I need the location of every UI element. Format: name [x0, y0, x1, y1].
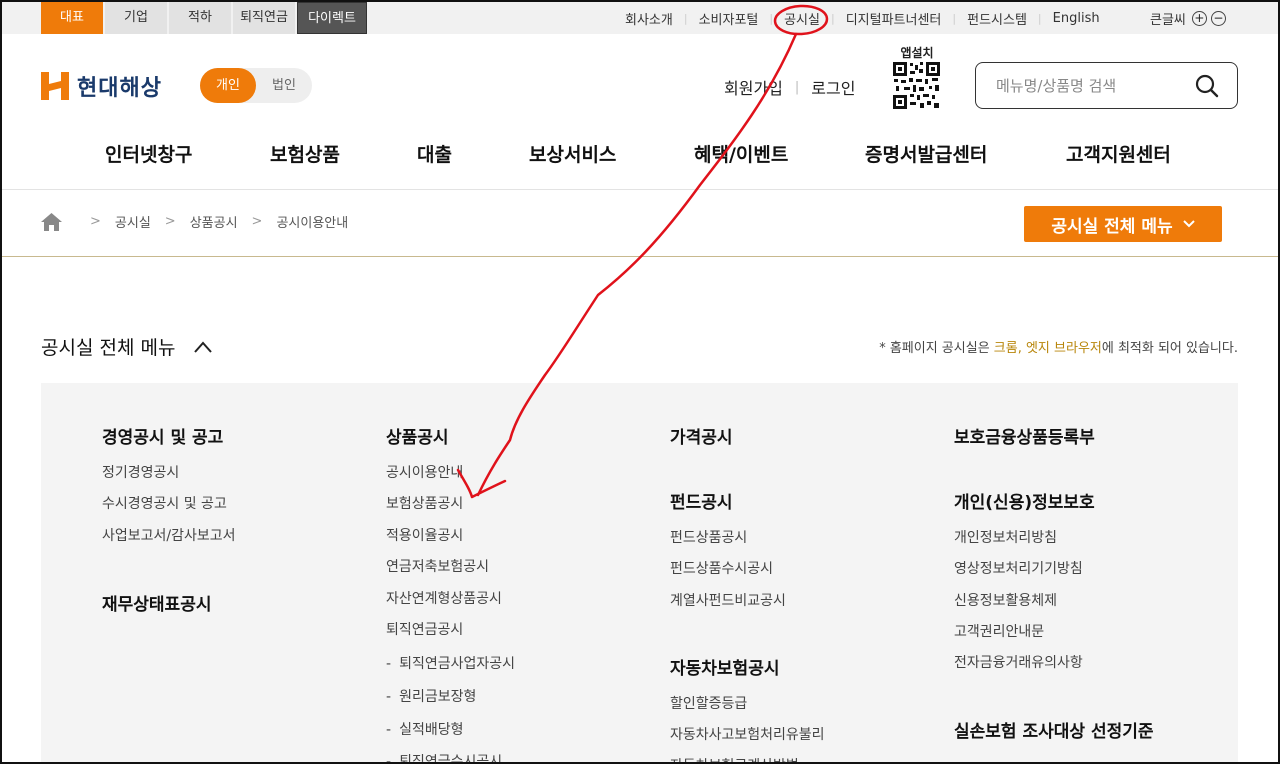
app-install-label: 앱설치	[900, 46, 934, 60]
chevron-right-icon: >	[164, 214, 176, 229]
nav-customer-support[interactable]: 고객지원센터	[1066, 140, 1171, 167]
link-digital-partner[interactable]: 디지털파트너센터	[835, 9, 953, 28]
chevron-right-icon: >	[90, 214, 101, 229]
site-tab-pension[interactable]: 퇴직연금	[233, 2, 295, 34]
toggle-corporate[interactable]: 법인	[256, 68, 312, 103]
menu-group-title[interactable]: 상품공시	[386, 423, 449, 448]
link-disclosure[interactable]: 공시실	[773, 9, 831, 28]
menu-group-title[interactable]: 재무상태표공시	[102, 590, 211, 615]
toggle-personal[interactable]: 개인	[200, 68, 256, 103]
panel-title[interactable]: 공시실 전체 메뉴	[41, 333, 213, 360]
link-english[interactable]: English	[1042, 11, 1111, 26]
chevron-up-icon[interactable]	[193, 340, 213, 354]
site-tab-direct[interactable]: 다이렉트	[297, 2, 367, 34]
nav-certificate-center[interactable]: 증명서발급센터	[865, 140, 987, 167]
menu-item[interactable]: 펀드상품공시	[670, 527, 747, 547]
logo[interactable]: 현대해상	[41, 70, 162, 102]
disclosure-menu-panel: 경영공시 및 공고 정기경영공시 수시경영공시 및 공고 사업보고서/감사보고서…	[41, 383, 1238, 764]
signup-link[interactable]: 회원가입	[724, 75, 783, 99]
menu-item[interactable]: 신용정보활용체제	[954, 590, 1057, 610]
menu-group-title[interactable]: 펀드공시	[670, 488, 733, 513]
notice-text: * 홈페이지 공시실은	[879, 341, 994, 356]
breadcrumb-item[interactable]: 상품공시	[190, 212, 238, 231]
breadcrumb-current: 공시이용안내	[276, 216, 349, 231]
menu-sub-item[interactable]: 원리금보장형	[386, 686, 476, 706]
menu-sub-item[interactable]: 퇴직연금수시공시	[386, 751, 502, 764]
menu-item[interactable]: 적용이율공시	[386, 525, 463, 545]
divider	[2, 256, 1278, 257]
site-tabs: 대표 기업 적하 퇴직연금 다이렉트	[41, 2, 369, 34]
link-fund-system[interactable]: 펀드시스템	[956, 9, 1038, 28]
link-consumer-portal[interactable]: 소비자포털	[688, 9, 770, 28]
site-tab-main[interactable]: 대표	[41, 2, 103, 34]
main-nav: 인터넷창구 보험상품 대출 보상서비스 혜택/이벤트 증명서발급센터 고객지원센…	[2, 130, 1278, 190]
zoom-in-icon[interactable]: +	[1191, 10, 1207, 26]
site-tab-corporate[interactable]: 기업	[105, 2, 167, 34]
search-icon[interactable]	[1195, 74, 1219, 98]
panel-title-text: 공시실 전체 메뉴	[41, 337, 176, 359]
menu-item[interactable]: 수시경영공시 및 공고	[102, 493, 227, 513]
font-size-control: 큰글씨 + −	[1150, 2, 1226, 34]
qr-code-icon[interactable]	[892, 61, 941, 110]
menu-group-title[interactable]: 가격공시	[670, 423, 733, 448]
menu-item[interactable]: 할인할증등급	[670, 693, 747, 713]
menu-group-title[interactable]: 실손보험 조사대상 선정기준	[954, 717, 1154, 742]
menu-item[interactable]: 자동차사고보험처리유불리	[670, 724, 825, 744]
menu-item[interactable]: 개인정보처리방침	[954, 527, 1057, 547]
divider: |	[794, 79, 800, 95]
search-box	[975, 62, 1238, 109]
font-size-label: 큰글씨	[1150, 12, 1186, 28]
nav-loans[interactable]: 대출	[417, 140, 452, 167]
nav-claims-service[interactable]: 보상서비스	[529, 140, 616, 167]
logo-text: 현대해상	[77, 76, 162, 101]
menu-item[interactable]: 자동차보험료계산방법	[670, 755, 799, 764]
all-menu-button-label: 공시실 전체 메뉴	[1051, 216, 1173, 237]
notice-text: 에 최적화 되어 있습니다.	[1101, 341, 1238, 356]
chevron-right-icon: >	[251, 214, 263, 229]
menu-item[interactable]: 공시이용안내	[386, 462, 463, 482]
menu-item[interactable]: 정기경영공시	[102, 462, 179, 482]
utility-links: 회사소개 | 소비자포털 | 공시실 | 디지털파트너센터 | 펀드시스템 | Engli…	[614, 2, 1111, 34]
menu-item[interactable]: 퇴직연금공시	[386, 619, 463, 639]
breadcrumb-item[interactable]: 공시실	[115, 212, 151, 231]
menu-group-title[interactable]: 보호금융상품등록부	[954, 423, 1095, 448]
menu-item[interactable]: 펀드상품수시공시	[670, 558, 773, 578]
breadcrumb: > 공시실 > 상품공시 > 공시이용안내	[41, 212, 348, 231]
login-link[interactable]: 로그인	[811, 75, 855, 99]
menu-item[interactable]: 사업보고서/감사보고서	[102, 525, 236, 545]
top-utility-bar: 대표 기업 적하 퇴직연금 다이렉트 회사소개 | 소비자포털 | 공시실 | 디지털…	[2, 2, 1278, 34]
zoom-out-icon[interactable]: −	[1210, 10, 1226, 26]
customer-type-toggle: 개인 법인	[200, 68, 312, 103]
all-menu-button[interactable]: 공시실 전체 메뉴	[1024, 206, 1222, 242]
browser-notice: * 홈페이지 공시실은 크롬, 엣지 브라우저에 최적화 되어 있습니다.	[879, 337, 1238, 356]
search-input[interactable]	[996, 63, 1196, 108]
menu-sub-item[interactable]: 실적배당형	[386, 719, 463, 739]
site-tab-cargo[interactable]: 적하	[169, 2, 231, 34]
logo-mark-icon	[41, 72, 69, 100]
chevron-down-icon	[1182, 220, 1195, 228]
menu-item[interactable]: 연금저축보험공시	[386, 556, 489, 576]
auth-links: 회원가입 | 로그인	[724, 75, 855, 99]
menu-group-title[interactable]: 개인(신용)정보보호	[954, 488, 1095, 513]
nav-insurance-products[interactable]: 보험상품	[270, 140, 340, 167]
home-icon[interactable]	[41, 212, 62, 231]
menu-group-title[interactable]: 자동차보험공시	[670, 654, 779, 679]
menu-sub-item[interactable]: 퇴직연금사업자공시	[386, 653, 515, 673]
menu-item[interactable]: 고객권리안내문	[954, 621, 1044, 641]
notice-highlight: 크롬, 엣지 브라우저	[993, 341, 1102, 356]
menu-item[interactable]: 자산연계형상품공시	[386, 588, 502, 608]
menu-item[interactable]: 영상정보처리기기방침	[954, 558, 1083, 578]
nav-benefits-events[interactable]: 혜택/이벤트	[694, 140, 788, 167]
nav-internet-window[interactable]: 인터넷창구	[105, 140, 192, 167]
menu-item[interactable]: 보험상품공시	[386, 493, 463, 513]
menu-group-title[interactable]: 경영공시 및 공고	[102, 423, 223, 448]
link-company[interactable]: 회사소개	[614, 9, 684, 28]
menu-item[interactable]: 전자금융거래유의사항	[954, 652, 1083, 672]
menu-item[interactable]: 계열사펀드비교공시	[670, 590, 786, 610]
